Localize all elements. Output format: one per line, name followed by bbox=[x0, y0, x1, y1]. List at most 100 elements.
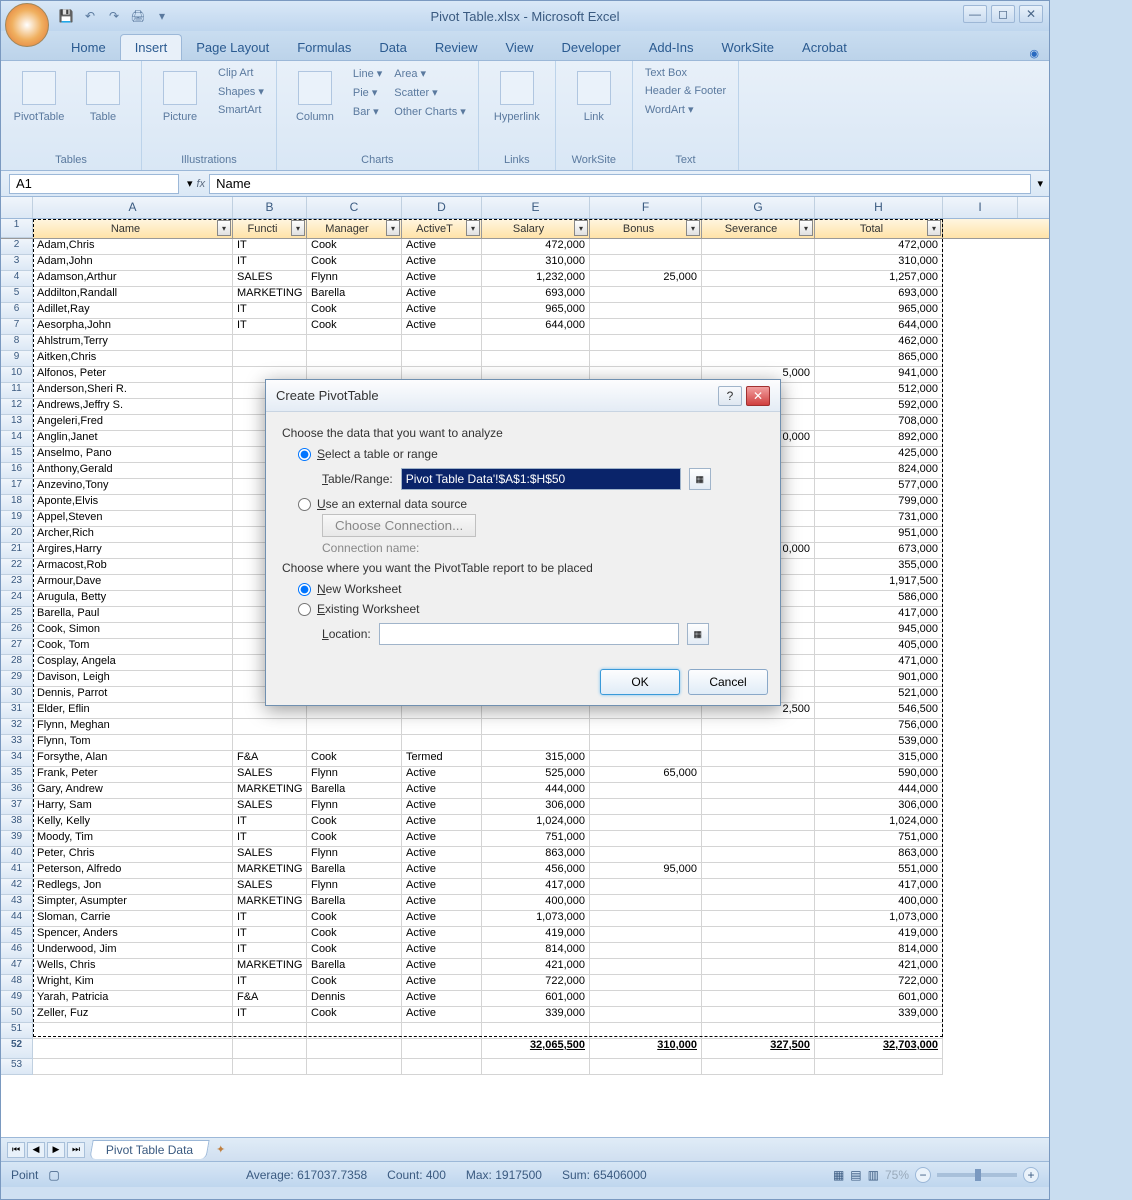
view-layout-icon[interactable]: ▤ bbox=[850, 1168, 861, 1182]
cell[interactable]: 693,000 bbox=[815, 287, 943, 303]
office-button[interactable] bbox=[5, 3, 49, 47]
filter-button[interactable]: ▾ bbox=[799, 220, 813, 236]
cell[interactable] bbox=[590, 255, 702, 271]
cell[interactable] bbox=[702, 799, 815, 815]
cell[interactable] bbox=[307, 719, 402, 735]
cell[interactable] bbox=[590, 991, 702, 1007]
cell[interactable]: 521,000 bbox=[815, 687, 943, 703]
column-header[interactable]: D bbox=[402, 197, 482, 218]
maximize-button[interactable]: ◻ bbox=[991, 5, 1015, 23]
tab-data[interactable]: Data bbox=[365, 35, 420, 60]
cell[interactable] bbox=[402, 351, 482, 367]
table-row[interactable]: 45Spencer, AndersITCookActive419,000419,… bbox=[1, 927, 1049, 943]
cell[interactable]: Gary, Andrew bbox=[33, 783, 233, 799]
cell[interactable]: Anglin,Janet bbox=[33, 431, 233, 447]
cell[interactable]: Barella bbox=[307, 895, 402, 911]
column-header[interactable]: I bbox=[943, 197, 1018, 218]
table-row[interactable]: 34Forsythe, AlanF&ACookTermed315,000315,… bbox=[1, 751, 1049, 767]
cell[interactable]: Appel,Steven bbox=[33, 511, 233, 527]
cell[interactable]: Active bbox=[402, 303, 482, 319]
table-row[interactable]: 43Simpter, AsumpterMARKETINGBarellaActiv… bbox=[1, 895, 1049, 911]
cell[interactable]: IT bbox=[233, 927, 307, 943]
cell[interactable]: 419,000 bbox=[815, 927, 943, 943]
cell[interactable]: 539,000 bbox=[815, 735, 943, 751]
cell[interactable]: 892,000 bbox=[815, 431, 943, 447]
cell[interactable]: IT bbox=[233, 255, 307, 271]
cell[interactable]: SALES bbox=[233, 879, 307, 895]
table-row[interactable]: 6Adillet,RayITCookActive965,000965,000 bbox=[1, 303, 1049, 319]
hyperlink-button[interactable]: Hyperlink bbox=[487, 65, 547, 139]
cell[interactable] bbox=[590, 287, 702, 303]
view-normal-icon[interactable]: ▦ bbox=[833, 1168, 844, 1182]
cell[interactable]: Ahlstrum,Terry bbox=[33, 335, 233, 351]
table-row[interactable]: 5Addilton,RandallMARKETINGBarellaActive6… bbox=[1, 287, 1049, 303]
cell[interactable]: Wells, Chris bbox=[33, 959, 233, 975]
cell[interactable]: IT bbox=[233, 943, 307, 959]
cell[interactable]: Active bbox=[402, 847, 482, 863]
cell[interactable] bbox=[590, 351, 702, 367]
expand-formula-icon[interactable]: ▾ bbox=[1031, 177, 1049, 190]
tab-view[interactable]: View bbox=[492, 35, 548, 60]
cell[interactable]: Cook, Tom bbox=[33, 639, 233, 655]
cell[interactable]: Adamson,Arthur bbox=[33, 271, 233, 287]
cell[interactable]: 444,000 bbox=[815, 783, 943, 799]
cell[interactable]: Simpter, Asumpter bbox=[33, 895, 233, 911]
cell[interactable]: Flynn bbox=[307, 847, 402, 863]
cell[interactable]: 355,000 bbox=[815, 559, 943, 575]
cell[interactable]: 965,000 bbox=[815, 303, 943, 319]
cell[interactable]: 586,000 bbox=[815, 591, 943, 607]
location-selector-button[interactable]: ▦ bbox=[687, 623, 709, 645]
table-row[interactable]: 39Moody, TimITCookActive751,000751,000 bbox=[1, 831, 1049, 847]
cell[interactable]: F&A bbox=[233, 751, 307, 767]
first-sheet-button[interactable]: ⏮ bbox=[7, 1142, 25, 1158]
cell[interactable]: Moody, Tim bbox=[33, 831, 233, 847]
table-row[interactable]: 33Flynn, Tom539,000 bbox=[1, 735, 1049, 751]
cell[interactable]: Archer,Rich bbox=[33, 527, 233, 543]
cell[interactable] bbox=[702, 751, 815, 767]
cell[interactable]: Active bbox=[402, 991, 482, 1007]
tab-formulas[interactable]: Formulas bbox=[283, 35, 365, 60]
prev-sheet-button[interactable]: ◀ bbox=[27, 1142, 45, 1158]
location-input[interactable] bbox=[379, 623, 679, 645]
cell[interactable]: Dennis bbox=[307, 991, 402, 1007]
cell[interactable]: Peterson, Alfredo bbox=[33, 863, 233, 879]
cell[interactable] bbox=[482, 719, 590, 735]
last-sheet-button[interactable]: ⏭ bbox=[67, 1142, 85, 1158]
cell[interactable]: 339,000 bbox=[815, 1007, 943, 1023]
cell[interactable]: 310,000 bbox=[815, 255, 943, 271]
cell[interactable]: 25,000 bbox=[590, 271, 702, 287]
next-sheet-button[interactable]: ▶ bbox=[47, 1142, 65, 1158]
cell[interactable]: Active bbox=[402, 783, 482, 799]
cell[interactable]: IT bbox=[233, 815, 307, 831]
cell[interactable]: Active bbox=[402, 863, 482, 879]
cell[interactable]: 417,000 bbox=[815, 879, 943, 895]
total-cell[interactable]: 32,703,000 bbox=[815, 1039, 943, 1059]
cell[interactable]: Yarah, Patricia bbox=[33, 991, 233, 1007]
cell[interactable] bbox=[590, 335, 702, 351]
cell[interactable]: 644,000 bbox=[482, 319, 590, 335]
cell[interactable]: Cook bbox=[307, 975, 402, 991]
cell[interactable]: 731,000 bbox=[815, 511, 943, 527]
smartart-button[interactable]: SmartArt bbox=[214, 102, 268, 118]
cell[interactable] bbox=[590, 975, 702, 991]
cell[interactable]: 601,000 bbox=[482, 991, 590, 1007]
cell[interactable] bbox=[590, 751, 702, 767]
table-row[interactable]: 36Gary, AndrewMARKETINGBarellaActive444,… bbox=[1, 783, 1049, 799]
cell[interactable]: Cook, Simon bbox=[33, 623, 233, 639]
column-button[interactable]: Column bbox=[285, 65, 345, 139]
cell[interactable] bbox=[402, 335, 482, 351]
cell[interactable]: Anzevino,Tony bbox=[33, 479, 233, 495]
cell[interactable]: Active bbox=[402, 1007, 482, 1023]
cell[interactable] bbox=[307, 335, 402, 351]
cell[interactable]: 1,024,000 bbox=[482, 815, 590, 831]
cell[interactable]: MARKETING bbox=[233, 895, 307, 911]
external-source-radio[interactable]: Use an external data source bbox=[282, 494, 764, 514]
cell[interactable]: Cook bbox=[307, 1007, 402, 1023]
cell[interactable]: 965,000 bbox=[482, 303, 590, 319]
other-button[interactable]: Other Charts ▾ bbox=[390, 103, 470, 120]
cell[interactable]: Redlegs, Jon bbox=[33, 879, 233, 895]
cell[interactable] bbox=[590, 783, 702, 799]
cell[interactable]: SALES bbox=[233, 271, 307, 287]
cell[interactable]: Active bbox=[402, 911, 482, 927]
table-row[interactable]: 38Kelly, KellyITCookActive1,024,0001,024… bbox=[1, 815, 1049, 831]
